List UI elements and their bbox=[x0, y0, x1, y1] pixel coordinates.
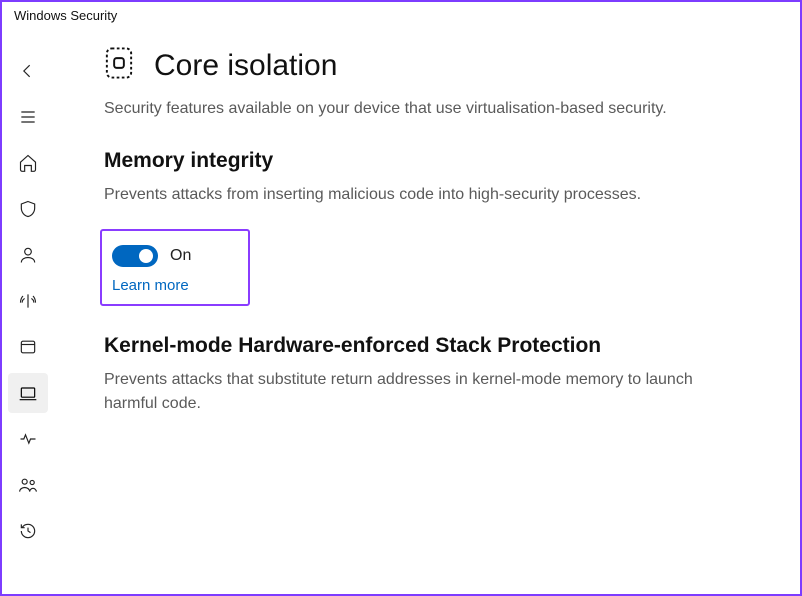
shield-icon bbox=[18, 199, 38, 219]
menu-icon bbox=[18, 107, 38, 127]
highlight-annotation: On Learn more bbox=[100, 229, 250, 306]
window-icon bbox=[18, 337, 38, 357]
core-isolation-icon bbox=[104, 46, 134, 85]
sidebar-item-device-security[interactable] bbox=[8, 373, 48, 413]
history-icon bbox=[18, 521, 38, 541]
laptop-icon bbox=[18, 383, 38, 403]
sidebar-item-app-browser[interactable] bbox=[8, 327, 48, 367]
people-icon bbox=[18, 475, 38, 495]
menu-button[interactable] bbox=[8, 97, 48, 137]
sidebar-item-family[interactable] bbox=[8, 465, 48, 505]
section-title-kernel-stack: Kernel-mode Hardware-enforced Stack Prot… bbox=[104, 334, 740, 358]
wifi-icon bbox=[18, 291, 38, 311]
section-desc-memory-integrity: Prevents attacks from inserting maliciou… bbox=[104, 183, 740, 207]
sidebar-item-virus[interactable] bbox=[8, 189, 48, 229]
home-icon bbox=[18, 153, 38, 173]
toggle-state-label: On bbox=[170, 247, 191, 265]
section-title-memory-integrity: Memory integrity bbox=[104, 149, 740, 173]
arrow-left-icon bbox=[18, 61, 38, 81]
sidebar-item-home[interactable] bbox=[8, 143, 48, 183]
sidebar-item-account[interactable] bbox=[8, 235, 48, 275]
toggle-knob bbox=[139, 249, 153, 263]
heart-icon bbox=[18, 429, 38, 449]
window-title: Windows Security bbox=[2, 2, 800, 28]
page-title: Core isolation bbox=[154, 49, 337, 83]
sidebar-item-performance[interactable] bbox=[8, 419, 48, 459]
main-content: Core isolation Security features availab… bbox=[54, 28, 800, 594]
sidebar-item-firewall[interactable] bbox=[8, 281, 48, 321]
back-button[interactable] bbox=[8, 51, 48, 91]
section-desc-kernel-stack: Prevents attacks that substitute return … bbox=[104, 368, 740, 416]
user-icon bbox=[18, 245, 38, 265]
sidebar-item-history[interactable] bbox=[8, 511, 48, 551]
learn-more-link[interactable]: Learn more bbox=[112, 277, 238, 294]
page-description: Security features available on your devi… bbox=[104, 97, 740, 121]
sidebar bbox=[2, 28, 54, 594]
memory-integrity-toggle[interactable] bbox=[112, 245, 158, 267]
